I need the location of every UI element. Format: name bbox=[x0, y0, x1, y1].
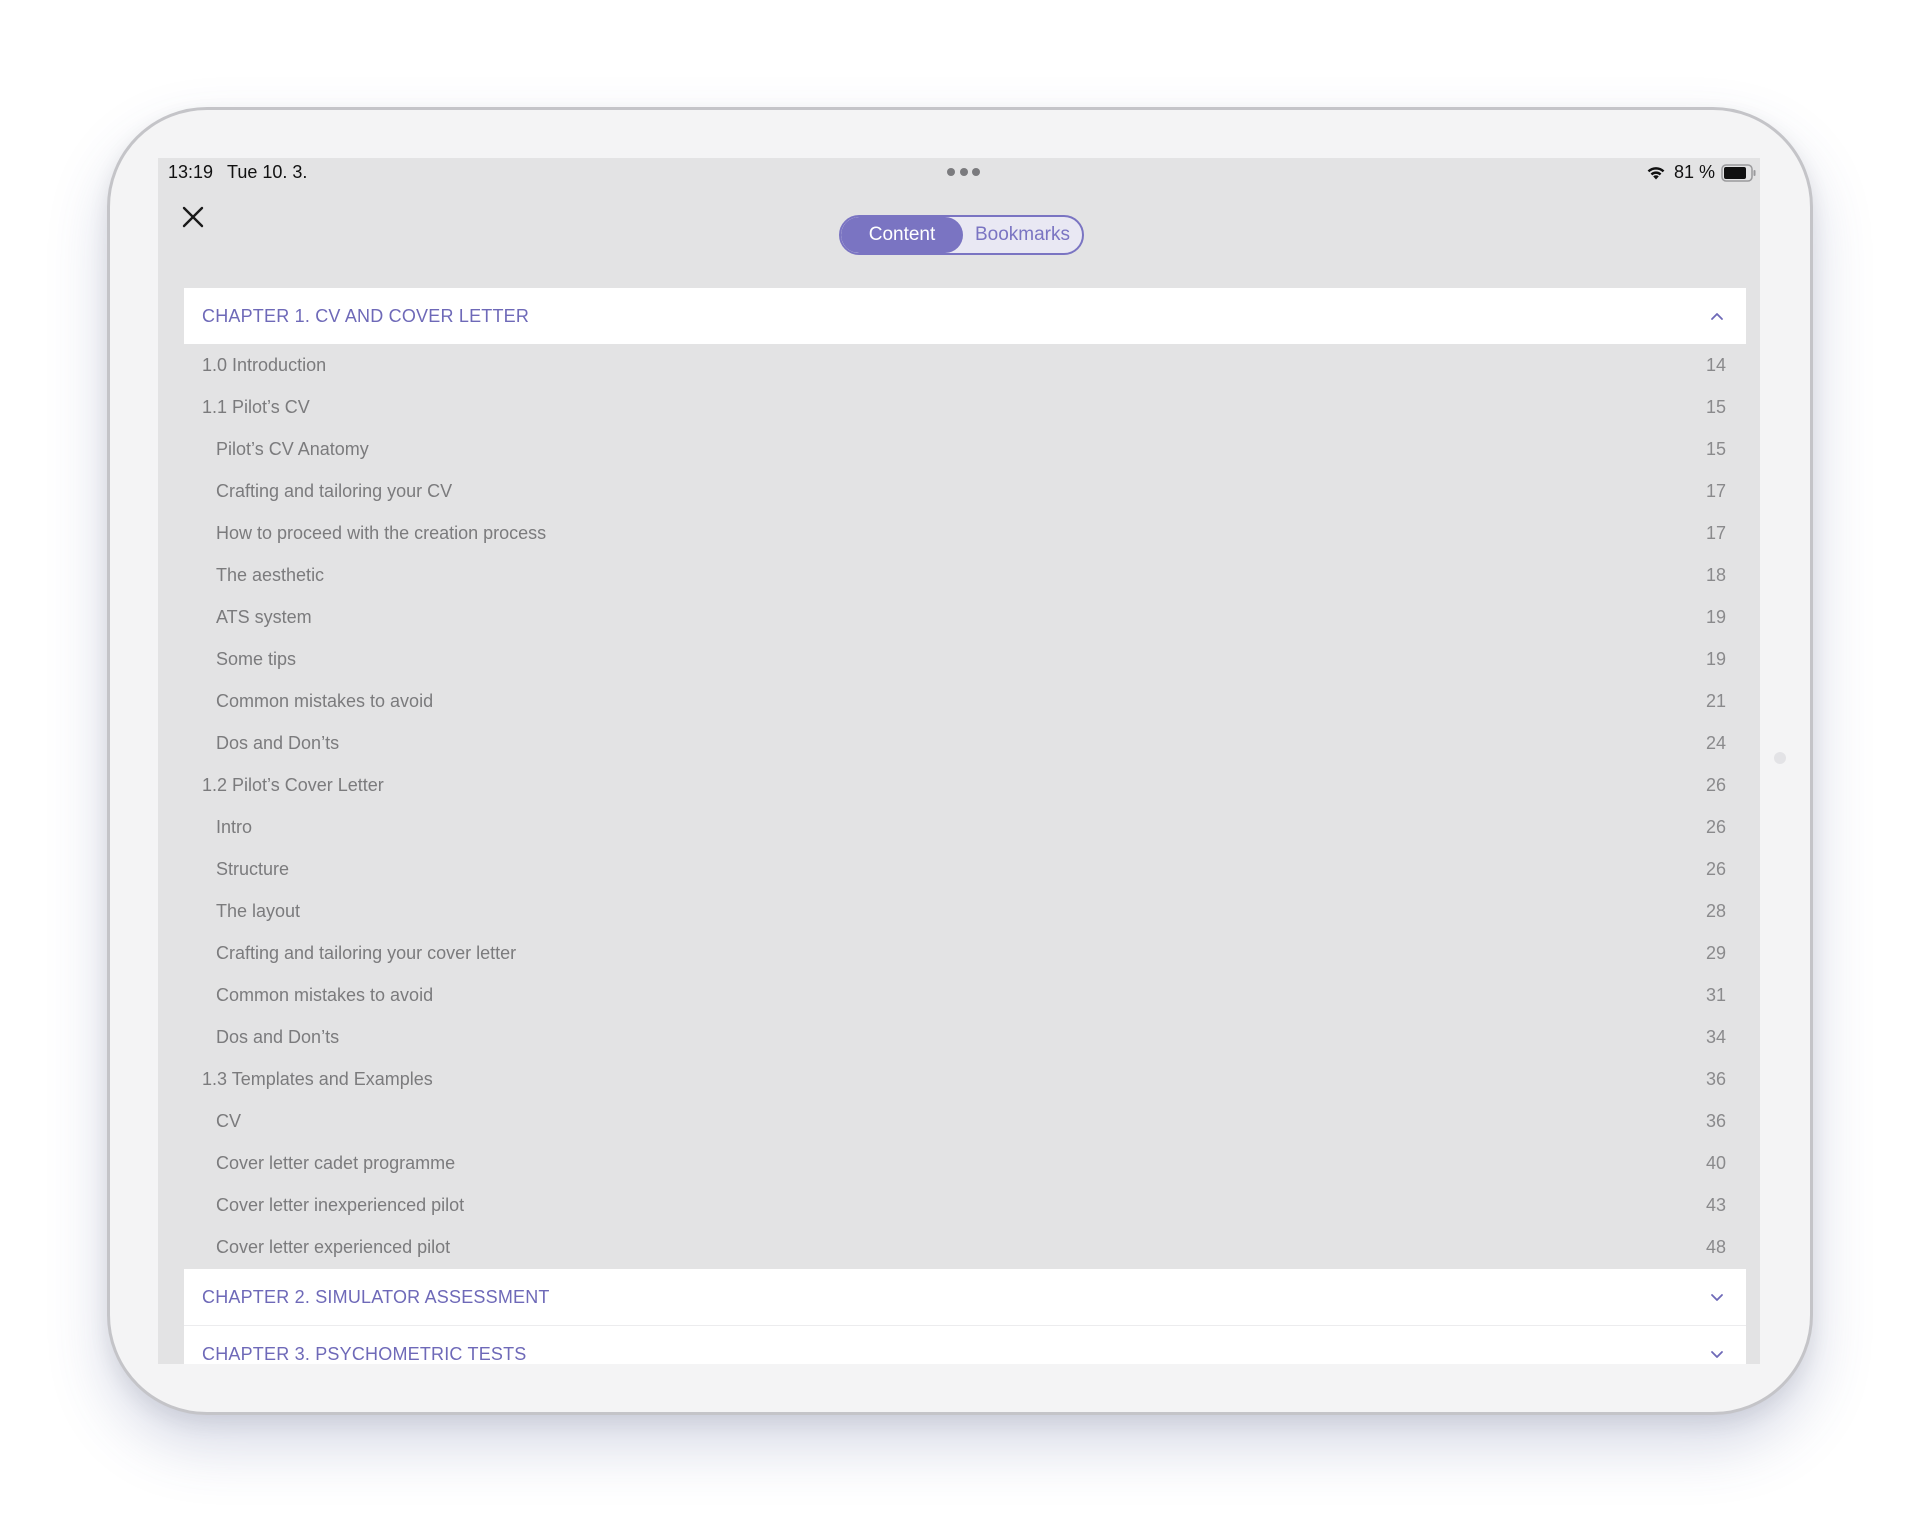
toc-item-page: 26 bbox=[1705, 775, 1726, 795]
toc-item[interactable]: 1.1 Pilot’s CV 15 bbox=[184, 386, 1746, 428]
status-time: 13:19 bbox=[168, 162, 214, 182]
toc-item-label: 1.1 Pilot’s CV bbox=[202, 397, 310, 417]
toc-item-page: 34 bbox=[1705, 1027, 1726, 1047]
toc-item-label: Cover letter experienced pilot bbox=[216, 1237, 451, 1257]
wifi-icon bbox=[1647, 167, 1665, 180]
toc-item[interactable]: Some tips 19 bbox=[184, 638, 1746, 680]
toc-item-label: ATS system bbox=[216, 607, 312, 627]
toc-item[interactable]: CV 36 bbox=[184, 1100, 1746, 1142]
toc-item-page: 24 bbox=[1705, 733, 1726, 753]
toc-item[interactable]: Common mistakes to avoid 21 bbox=[184, 680, 1746, 722]
toc-item[interactable]: Cover letter inexperienced pilot 43 bbox=[184, 1184, 1746, 1226]
toc-item[interactable]: Dos and Don’ts 34 bbox=[184, 1016, 1746, 1058]
battery-icon bbox=[1721, 164, 1756, 182]
tab-content[interactable]: Content bbox=[841, 217, 963, 253]
tab-bookmarks[interactable]: Bookmarks bbox=[963, 217, 1082, 253]
toc-item-page: 26 bbox=[1705, 859, 1726, 879]
chevron-down-icon bbox=[1711, 1294, 1723, 1301]
toc-item[interactable]: Intro 26 bbox=[184, 806, 1746, 848]
toc-item-label: How to proceed with the creation process bbox=[216, 523, 547, 543]
chapter-1-contents: 1.0 Introduction 14 1.1 Pilot’s CV 15 Pilot’… bbox=[184, 344, 1746, 1268]
toc-item-page: 19 bbox=[1705, 607, 1726, 627]
chevron-down-icon bbox=[1711, 1351, 1723, 1358]
toc-item-label: Crafting and tailoring your cover letter bbox=[216, 943, 517, 963]
toc-item-page: 21 bbox=[1705, 691, 1726, 711]
toc-item[interactable]: Common mistakes to avoid 31 bbox=[184, 974, 1746, 1016]
toc-item[interactable]: 1.2 Pilot’s Cover Letter 26 bbox=[184, 764, 1746, 806]
toc-item[interactable]: Dos and Don’ts 24 bbox=[184, 722, 1746, 764]
toc-item-label: Intro bbox=[216, 817, 253, 837]
toc-item-label: Pilot’s CV Anatomy bbox=[216, 439, 369, 459]
toc-item-page: 29 bbox=[1705, 943, 1726, 963]
toc-item-page: 15 bbox=[1705, 397, 1726, 417]
app-screen: 13:19 Tue 10. 3. 81 % Content Bookmarks … bbox=[158, 158, 1760, 1364]
toc-item-label: Cover letter inexperienced pilot bbox=[216, 1195, 465, 1215]
toc-item-label: 1.2 Pilot’s Cover Letter bbox=[202, 775, 384, 795]
more-dots-icon[interactable] bbox=[947, 168, 980, 176]
toc-item-label: 1.0 Introduction bbox=[202, 355, 327, 375]
chapter-3-header[interactable]: CHAPTER 3. PSYCHOMETRIC TESTS bbox=[184, 1326, 1746, 1364]
toc-item-page: 31 bbox=[1705, 985, 1726, 1005]
chapter-1-header[interactable]: CHAPTER 1. CV AND COVER LETTER bbox=[184, 288, 1746, 344]
toc-item-label: Dos and Don’ts bbox=[216, 1027, 340, 1047]
chapter-3-title: CHAPTER 3. PSYCHOMETRIC TESTS bbox=[202, 1344, 527, 1364]
toc-item-label: CV bbox=[216, 1111, 242, 1131]
chapter-2-header[interactable]: CHAPTER 2. SIMULATOR ASSESSMENT bbox=[184, 1269, 1746, 1326]
status-date: Tue 10. 3. bbox=[227, 162, 308, 182]
toc-item[interactable]: Crafting and tailoring your CV 17 bbox=[184, 470, 1746, 512]
toc-item-page: 36 bbox=[1705, 1111, 1726, 1131]
toc-item[interactable]: Structure 26 bbox=[184, 848, 1746, 890]
toc-item-label: 1.3 Templates and Examples bbox=[202, 1069, 433, 1089]
toc-item[interactable]: 1.0 Introduction 14 bbox=[184, 344, 1746, 386]
toc-item-label: Some tips bbox=[216, 649, 297, 669]
toc-item-page: 15 bbox=[1705, 439, 1726, 459]
status-bar: 13:19 Tue 10. 3. 81 % bbox=[158, 158, 1760, 186]
chevron-up-icon bbox=[1711, 313, 1723, 320]
toc-item-page: 36 bbox=[1705, 1069, 1726, 1089]
toc-item-label: Structure bbox=[216, 859, 290, 879]
toc-item-page: 19 bbox=[1705, 649, 1726, 669]
toc-item-page: 28 bbox=[1705, 901, 1726, 921]
toc-item-page: 48 bbox=[1705, 1237, 1726, 1257]
toc-item[interactable]: Crafting and tailoring your cover letter… bbox=[184, 932, 1746, 974]
toc-item-page: 40 bbox=[1705, 1153, 1726, 1173]
chapter-1-title: CHAPTER 1. CV AND COVER LETTER bbox=[202, 306, 530, 326]
toc-item[interactable]: Cover letter cadet programme 40 bbox=[184, 1142, 1746, 1184]
toc-item-page: 17 bbox=[1705, 523, 1726, 543]
toc-item-page: 18 bbox=[1705, 565, 1726, 585]
toc-item[interactable]: How to proceed with the creation process… bbox=[184, 512, 1746, 554]
toc-item-label: Dos and Don’ts bbox=[216, 733, 340, 753]
toc-item-label: Common mistakes to avoid bbox=[216, 985, 434, 1005]
chapter-2-title: CHAPTER 2. SIMULATOR ASSESSMENT bbox=[202, 1287, 550, 1307]
toc-item-page: 43 bbox=[1705, 1195, 1726, 1215]
toc-item[interactable]: The aesthetic 18 bbox=[184, 554, 1746, 596]
tablet-side-button bbox=[1774, 752, 1786, 764]
toc-item[interactable]: Pilot’s CV Anatomy 15 bbox=[184, 428, 1746, 470]
close-icon[interactable] bbox=[180, 204, 206, 230]
content-bookmarks-switch: Content Bookmarks bbox=[839, 215, 1084, 255]
toc-item-page: 17 bbox=[1705, 481, 1726, 501]
toc-item[interactable]: 1.3 Templates and Examples 36 bbox=[184, 1058, 1746, 1100]
toc-item[interactable]: Cover letter experienced pilot 48 bbox=[184, 1226, 1746, 1268]
toc-item[interactable]: ATS system 19 bbox=[184, 596, 1746, 638]
toc-item-page: 26 bbox=[1705, 817, 1726, 837]
toc-item-label: The aesthetic bbox=[216, 565, 325, 585]
toc-item-page: 14 bbox=[1705, 355, 1726, 375]
toc-item-label: The layout bbox=[216, 901, 301, 921]
toc-item-label: Cover letter cadet programme bbox=[216, 1153, 456, 1173]
toc-item-label: Crafting and tailoring your CV bbox=[216, 481, 453, 501]
toc-item[interactable]: The layout 28 bbox=[184, 890, 1746, 932]
toc-item-label: Common mistakes to avoid bbox=[216, 691, 434, 711]
battery-percentage: 81 % bbox=[1674, 162, 1716, 182]
